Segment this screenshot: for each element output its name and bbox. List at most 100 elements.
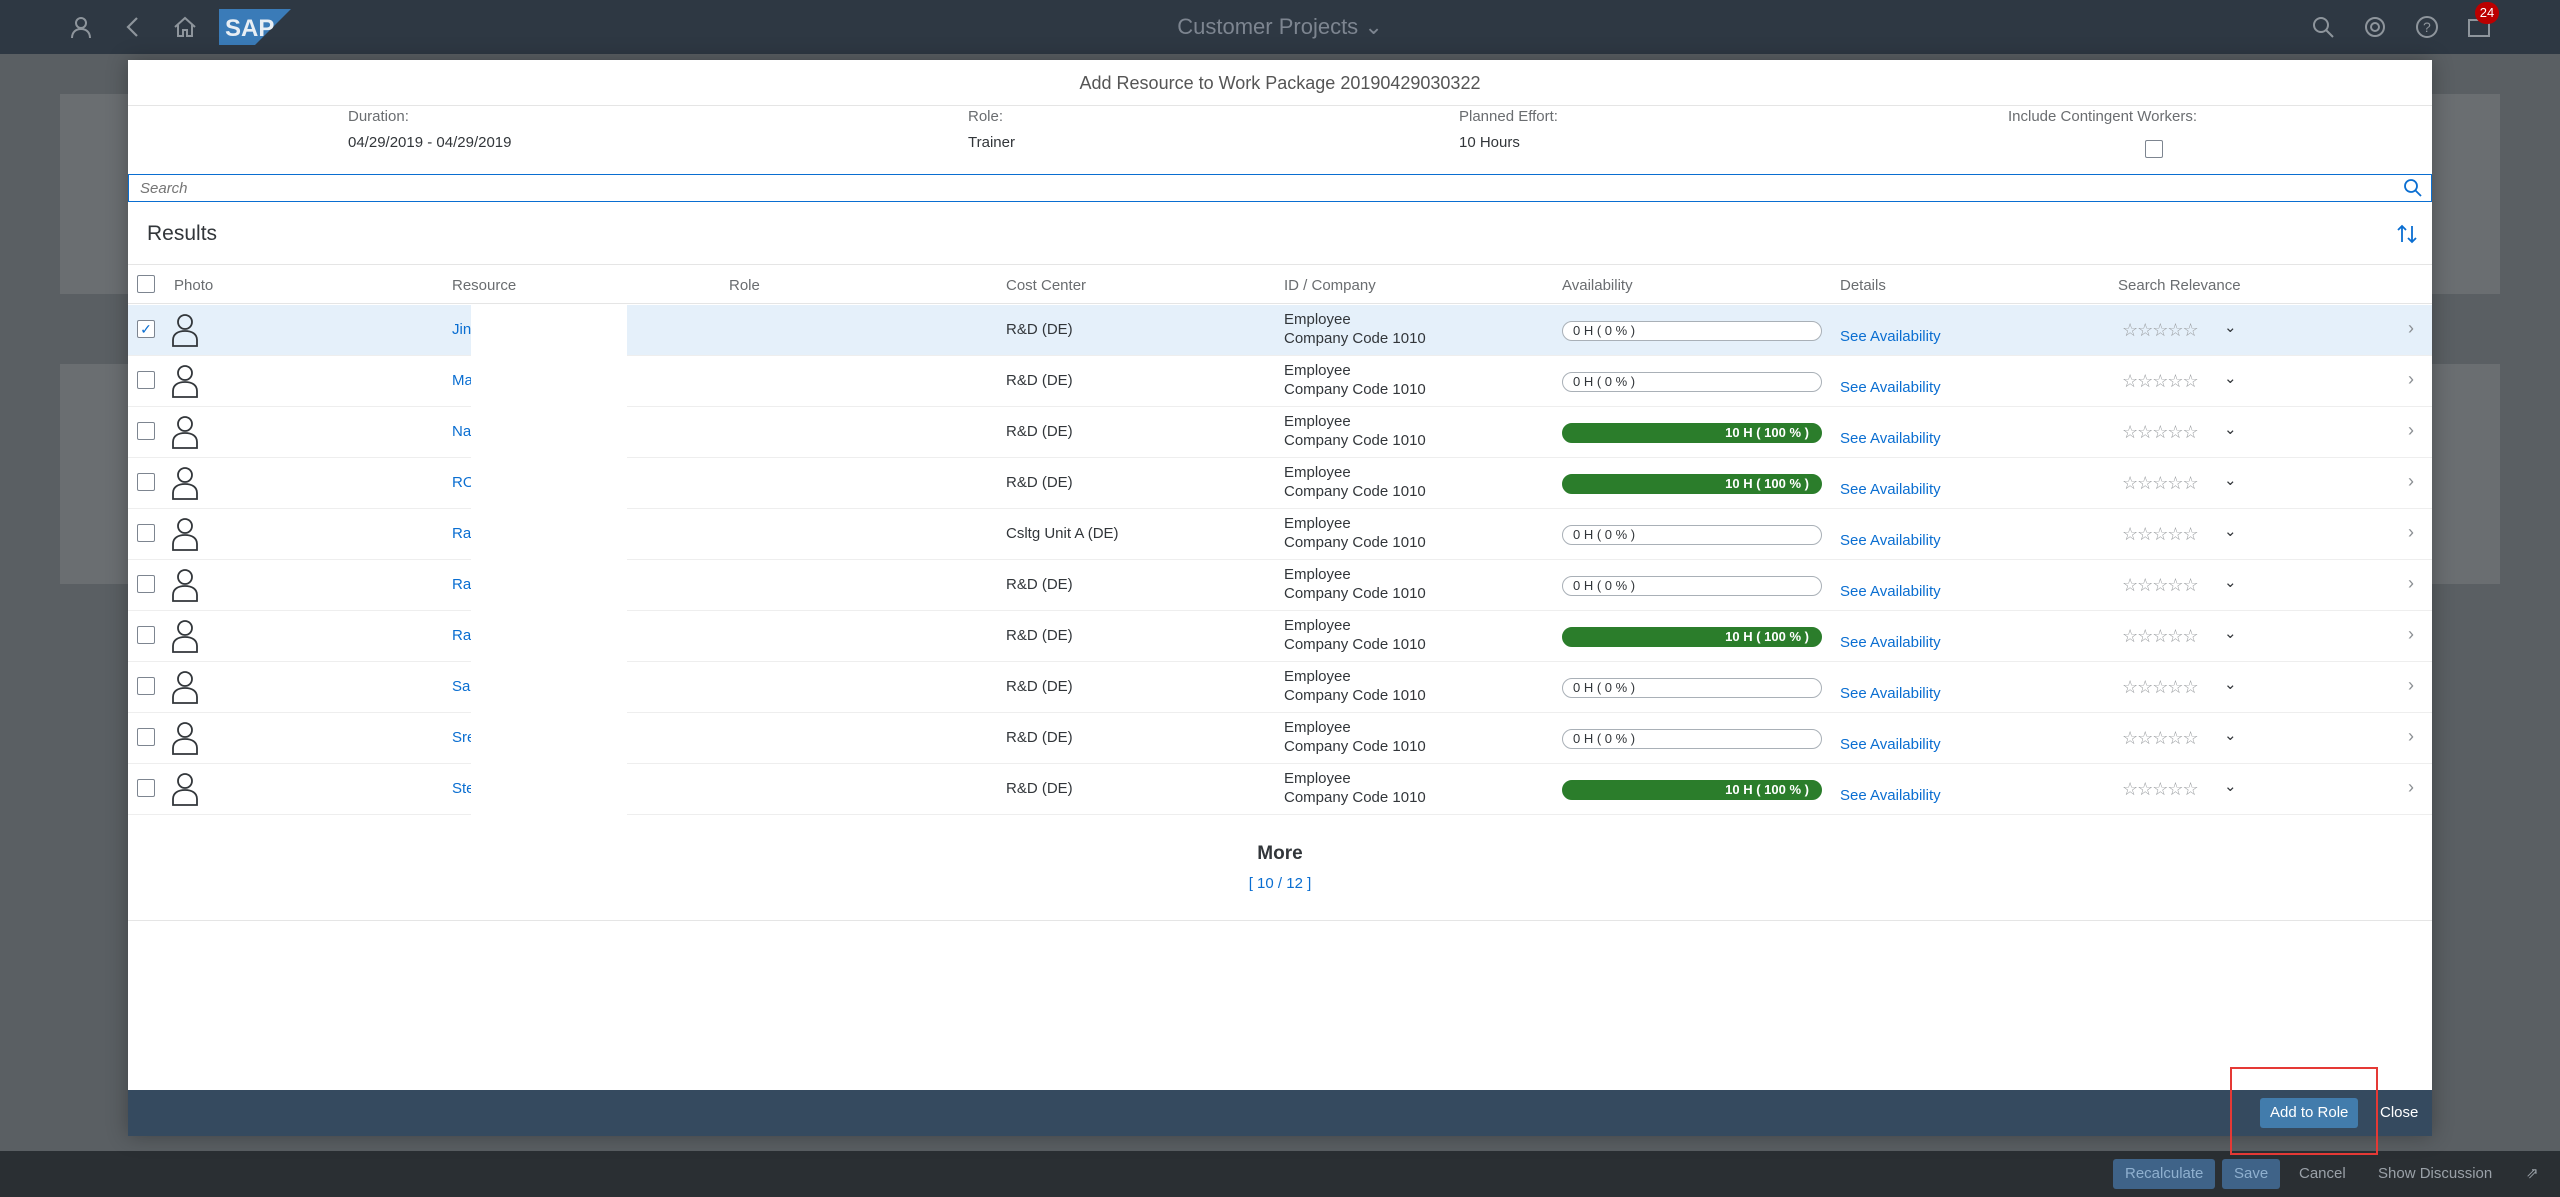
- see-availability-link[interactable]: See Availability: [1840, 379, 1941, 396]
- search-icon[interactable]: [2310, 14, 2336, 40]
- see-availability-link[interactable]: See Availability: [1840, 736, 1941, 753]
- chevron-right-icon[interactable]: ›: [2408, 522, 2414, 543]
- chevron-right-icon[interactable]: ›: [2408, 369, 2414, 390]
- chevron-right-icon[interactable]: ›: [2408, 471, 2414, 492]
- row-checkbox[interactable]: [137, 677, 155, 695]
- cancel-button[interactable]: Cancel: [2287, 1159, 2358, 1189]
- row-checkbox[interactable]: [137, 422, 155, 440]
- chevron-right-icon[interactable]: ›: [2408, 573, 2414, 594]
- duration-value: 04/29/2019 - 04/29/2019: [348, 134, 512, 151]
- share-icon[interactable]: ⇗: [2514, 1159, 2551, 1189]
- see-availability-link[interactable]: See Availability: [1840, 634, 1941, 651]
- relevance-stars: ☆☆☆☆☆: [2122, 422, 2199, 442]
- company-code-value: Company Code 1010: [1284, 738, 1426, 755]
- relevance-stars: ☆☆☆☆☆: [2122, 473, 2199, 493]
- sync-icon[interactable]: [2362, 14, 2388, 40]
- close-button[interactable]: Close: [2376, 1098, 2422, 1128]
- see-availability-link[interactable]: See Availability: [1840, 685, 1941, 702]
- search-input[interactable]: [129, 175, 2379, 201]
- highlight-box: [2230, 1067, 2378, 1155]
- chevron-down-icon[interactable]: ⌄: [2224, 777, 2237, 795]
- chevron-right-icon[interactable]: ›: [2408, 675, 2414, 696]
- add-resource-dialog: Add Resource to Work Package 20190429030…: [128, 60, 2432, 1136]
- row-checkbox[interactable]: [137, 728, 155, 746]
- background-footer: Recalculate Save Cancel Show Discussion …: [0, 1151, 2560, 1197]
- row-checkbox[interactable]: [137, 473, 155, 491]
- chevron-down-icon[interactable]: ⌄: [2224, 573, 2237, 591]
- row-checkbox[interactable]: [137, 371, 155, 389]
- resource-name-link[interactable]: Jin: [452, 321, 471, 338]
- id-type-value: Employee: [1284, 311, 1351, 328]
- chevron-down-icon: ⌄: [1364, 14, 1383, 39]
- search-icon[interactable]: [2403, 178, 2423, 198]
- chevron-down-icon[interactable]: ⌄: [2224, 726, 2237, 744]
- save-button[interactable]: Save: [2222, 1159, 2281, 1189]
- col-search-relevance: Search Relevance: [2118, 277, 2241, 294]
- row-checkbox[interactable]: ✓: [137, 320, 155, 338]
- role-label: Role:: [968, 108, 1004, 125]
- id-type-value: Employee: [1284, 413, 1351, 430]
- cost-center-value: R&D (DE): [1006, 780, 1073, 797]
- help-icon[interactable]: ?: [2414, 14, 2440, 40]
- cost-center-value: R&D (DE): [1006, 321, 1073, 338]
- chevron-down-icon[interactable]: ⌄: [2224, 318, 2237, 336]
- availability-bar: 0 H ( 0 % ): [1562, 321, 1822, 341]
- cost-center-value: R&D (DE): [1006, 474, 1073, 491]
- show-discussion-button[interactable]: Show Discussion: [2366, 1159, 2504, 1189]
- person-icon: [171, 619, 199, 653]
- id-type-value: Employee: [1284, 515, 1351, 532]
- chevron-right-icon[interactable]: ›: [2408, 624, 2414, 645]
- chevron-right-icon[interactable]: ›: [2408, 777, 2414, 798]
- see-availability-link[interactable]: See Availability: [1840, 787, 1941, 804]
- see-availability-link[interactable]: See Availability: [1840, 430, 1941, 447]
- availability-bar: 0 H ( 0 % ): [1562, 576, 1822, 596]
- recalculate-button[interactable]: Recalculate: [2113, 1159, 2216, 1189]
- see-availability-link[interactable]: See Availability: [1840, 481, 1941, 498]
- col-details: Details: [1840, 277, 1886, 294]
- col-availability: Availability: [1562, 277, 1633, 294]
- chevron-down-icon[interactable]: ⌄: [2224, 471, 2237, 489]
- see-availability-link[interactable]: See Availability: [1840, 328, 1941, 345]
- chevron-down-icon[interactable]: ⌄: [2224, 675, 2237, 693]
- relevance-stars: ☆☆☆☆☆: [2122, 524, 2199, 544]
- person-icon: [171, 364, 199, 398]
- chevron-right-icon[interactable]: ›: [2408, 318, 2414, 339]
- select-all-checkbox[interactable]: [137, 275, 155, 293]
- person-icon: [171, 670, 199, 704]
- chevron-down-icon[interactable]: ⌄: [2224, 624, 2237, 642]
- resource-name-link[interactable]: Ra: [452, 576, 471, 593]
- id-type-value: Employee: [1284, 668, 1351, 685]
- resource-name-link[interactable]: Ra: [452, 627, 471, 644]
- chevron-down-icon[interactable]: ⌄: [2224, 522, 2237, 540]
- col-photo: Photo: [174, 277, 214, 294]
- availability-bar: 0 H ( 0 % ): [1562, 525, 1822, 545]
- resource-name-link[interactable]: Na: [452, 423, 471, 440]
- cost-center-value: R&D (DE): [1006, 576, 1073, 593]
- see-availability-link[interactable]: See Availability: [1840, 532, 1941, 549]
- resource-name-link[interactable]: Ma: [452, 372, 473, 389]
- resource-name-link[interactable]: Sa: [452, 678, 470, 695]
- availability-bar: 10 H ( 100 % ): [1562, 474, 1822, 494]
- row-checkbox[interactable]: [137, 524, 155, 542]
- chevron-right-icon[interactable]: ›: [2408, 420, 2414, 441]
- table-header: Photo Resource Role Cost Center ID / Com…: [128, 264, 2432, 304]
- row-checkbox[interactable]: [137, 779, 155, 797]
- cost-center-value: R&D (DE): [1006, 729, 1073, 746]
- col-cost-center: Cost Center: [1006, 277, 1087, 294]
- contingent-workers-checkbox[interactable]: [2145, 140, 2163, 158]
- see-availability-link[interactable]: See Availability: [1840, 583, 1941, 600]
- row-checkbox[interactable]: [137, 575, 155, 593]
- availability-bar: 0 H ( 0 % ): [1562, 678, 1822, 698]
- chevron-right-icon[interactable]: ›: [2408, 726, 2414, 747]
- app-title[interactable]: Customer Projects ⌄: [0, 14, 2560, 40]
- row-checkbox[interactable]: [137, 626, 155, 644]
- resource-name-link[interactable]: Ra: [452, 525, 471, 542]
- company-code-value: Company Code 1010: [1284, 789, 1426, 806]
- sort-icon[interactable]: [2395, 222, 2419, 246]
- cost-center-value: R&D (DE): [1006, 678, 1073, 695]
- person-icon: [171, 721, 199, 755]
- more-trigger[interactable]: More [ 10 / 12 ]: [128, 827, 2432, 921]
- chevron-down-icon[interactable]: ⌄: [2224, 420, 2237, 438]
- company-code-value: Company Code 1010: [1284, 534, 1426, 551]
- chevron-down-icon[interactable]: ⌄: [2224, 369, 2237, 387]
